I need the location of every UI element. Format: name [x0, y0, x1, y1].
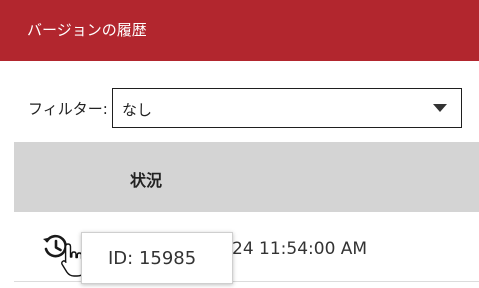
filter-select[interactable]: なし — [112, 88, 462, 128]
filter-label: フィルター: — [28, 100, 108, 118]
page-header: バージョンの履歴 — [0, 0, 479, 61]
table-header: 状況 — [14, 142, 479, 212]
id-tooltip: ID: 15985 — [81, 232, 233, 284]
filter-row: フィルター: なし — [0, 88, 479, 128]
column-header-status[interactable]: 状況 — [130, 167, 162, 191]
page-title: バージョンの履歴 — [27, 21, 147, 39]
chevron-down-icon — [433, 104, 447, 112]
tooltip-text: ID: 15985 — [108, 248, 197, 269]
filter-selected-value: なし — [122, 101, 153, 119]
row-date-text: 24 11:54:00 AM — [232, 239, 368, 259]
